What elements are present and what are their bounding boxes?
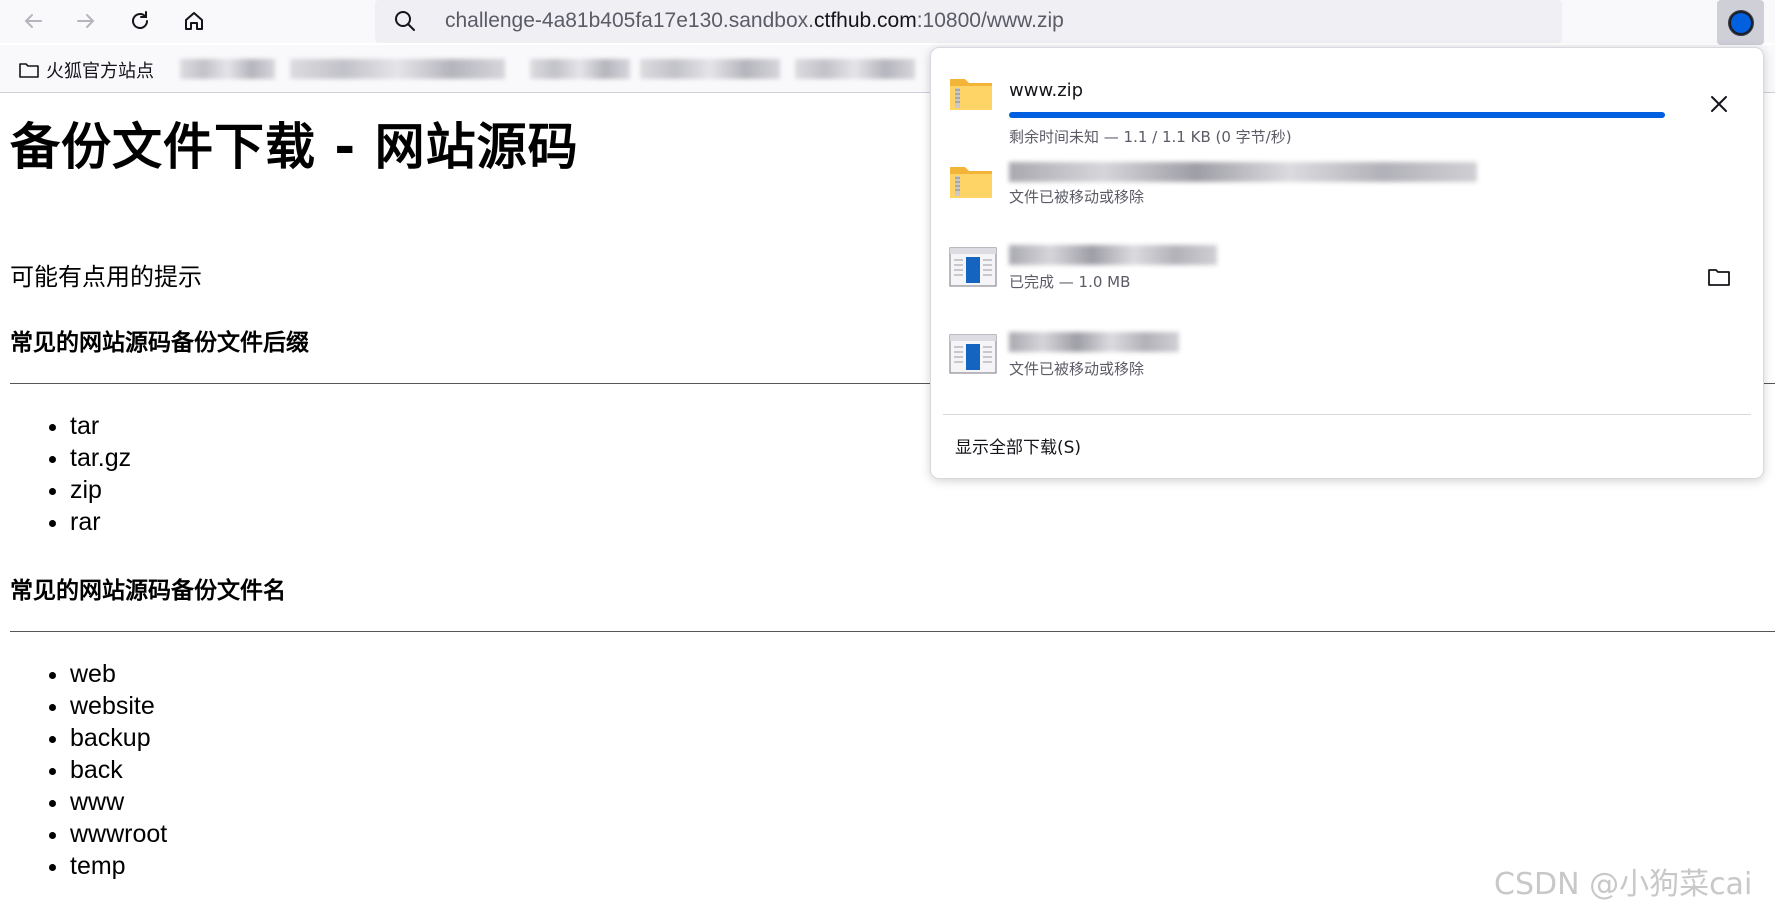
watermark: CSDN @小狗菜cai <box>1494 867 1753 902</box>
show-all-downloads-button[interactable]: 显示全部下载(S) <box>955 433 1081 458</box>
list-item: backup <box>70 722 167 754</box>
zip-folder-icon <box>950 79 992 110</box>
list-item: zip <box>70 474 131 506</box>
url-bar[interactable]: challenge-4a81b405fa17e130.sandbox.ctfhu… <box>375 0 1562 43</box>
section-names-title: 常见的网站源码备份文件名 <box>10 578 286 604</box>
suffix-list: tar tar.gz zip rar <box>30 410 131 538</box>
list-item: web <box>70 658 167 690</box>
bookmark-blurred[interactable] <box>180 59 275 79</box>
bookmark-blurred[interactable] <box>530 59 630 79</box>
download-filename: www.zip <box>1009 80 1084 101</box>
folder-icon <box>1708 269 1730 286</box>
list-item: back <box>70 754 167 786</box>
close-icon <box>1711 96 1727 112</box>
url-text: challenge-4a81b405fa17e130.sandbox.ctfhu… <box>445 9 1064 33</box>
forward-button[interactable] <box>67 2 105 40</box>
url-domain: ctfhub.com <box>814 9 917 32</box>
divider <box>943 414 1751 415</box>
section-suffixes-title: 常见的网站源码备份文件后缀 <box>10 330 309 356</box>
reload-button[interactable] <box>121 2 159 40</box>
bookmark-folder-label: 火狐官方站点 <box>46 61 154 82</box>
bookmark-folder[interactable]: 火狐官方站点 <box>18 57 154 83</box>
installer-icon <box>949 334 997 374</box>
list-item: temp <box>70 850 167 882</box>
download-progress-bar <box>1009 112 1665 118</box>
download-status: 文件已被移动或移除 <box>1009 188 1145 206</box>
home-button[interactable] <box>175 2 213 40</box>
arrow-left-icon <box>24 14 42 28</box>
search-icon <box>395 11 415 31</box>
zip-folder-icon <box>950 167 992 198</box>
list-item: website <box>70 690 167 722</box>
download-progress-fill <box>1009 112 1665 118</box>
list-item: tar <box>70 410 131 442</box>
bookmark-blurred[interactable] <box>640 59 780 79</box>
download-item[interactable]: 文件已被移动或移除 <box>931 148 1763 232</box>
open-containing-folder-button[interactable] <box>1703 261 1735 293</box>
home-icon <box>185 12 203 30</box>
url-prefix: challenge-4a81b405fa17e130.sandbox. <box>445 9 814 32</box>
back-button[interactable] <box>14 2 52 40</box>
list-item: rar <box>70 506 131 538</box>
url-suffix: :10800/www.zip <box>916 9 1064 32</box>
download-item[interactable]: 已完成 — 1.0 MB <box>931 233 1763 317</box>
download-item[interactable]: www.zip 剩余时间未知 — 1.1 / 1.1 KB (0 字节/秒) <box>931 60 1763 146</box>
download-filename-blurred <box>1009 245 1217 265</box>
download-status: 文件已被移动或移除 <box>1009 360 1145 378</box>
page-title: 备份文件下载 - 网站源码 <box>10 118 579 176</box>
divider <box>10 631 1775 632</box>
download-item[interactable]: 文件已被移动或移除 <box>931 320 1763 404</box>
download-progress-icon <box>1727 9 1754 36</box>
cancel-download-button[interactable] <box>1703 88 1735 120</box>
bookmark-blurred[interactable] <box>795 59 915 79</box>
download-filename-blurred <box>1009 162 1477 182</box>
hint-text: 可能有点用的提示 <box>10 263 202 291</box>
download-status: 已完成 — 1.0 MB <box>1009 273 1131 291</box>
arrow-right-icon <box>77 14 95 28</box>
list-item: wwwroot <box>70 818 167 850</box>
installer-icon <box>949 247 997 287</box>
reload-icon <box>132 11 148 29</box>
downloads-button[interactable] <box>1717 0 1764 45</box>
name-list: web website backup back www wwwroot temp <box>30 658 167 882</box>
browser-toolbar: challenge-4a81b405fa17e130.sandbox.ctfhu… <box>0 0 1775 45</box>
bookmark-blurred[interactable] <box>290 59 505 79</box>
list-item: www <box>70 786 167 818</box>
download-status: 剩余时间未知 — 1.1 / 1.1 KB (0 字节/秒) <box>1009 128 1292 146</box>
folder-icon <box>19 63 39 78</box>
list-item: tar.gz <box>70 442 131 474</box>
downloads-panel: www.zip 剩余时间未知 — 1.1 / 1.1 KB (0 字节/秒) 文… <box>930 47 1764 479</box>
download-filename-blurred <box>1009 332 1179 352</box>
